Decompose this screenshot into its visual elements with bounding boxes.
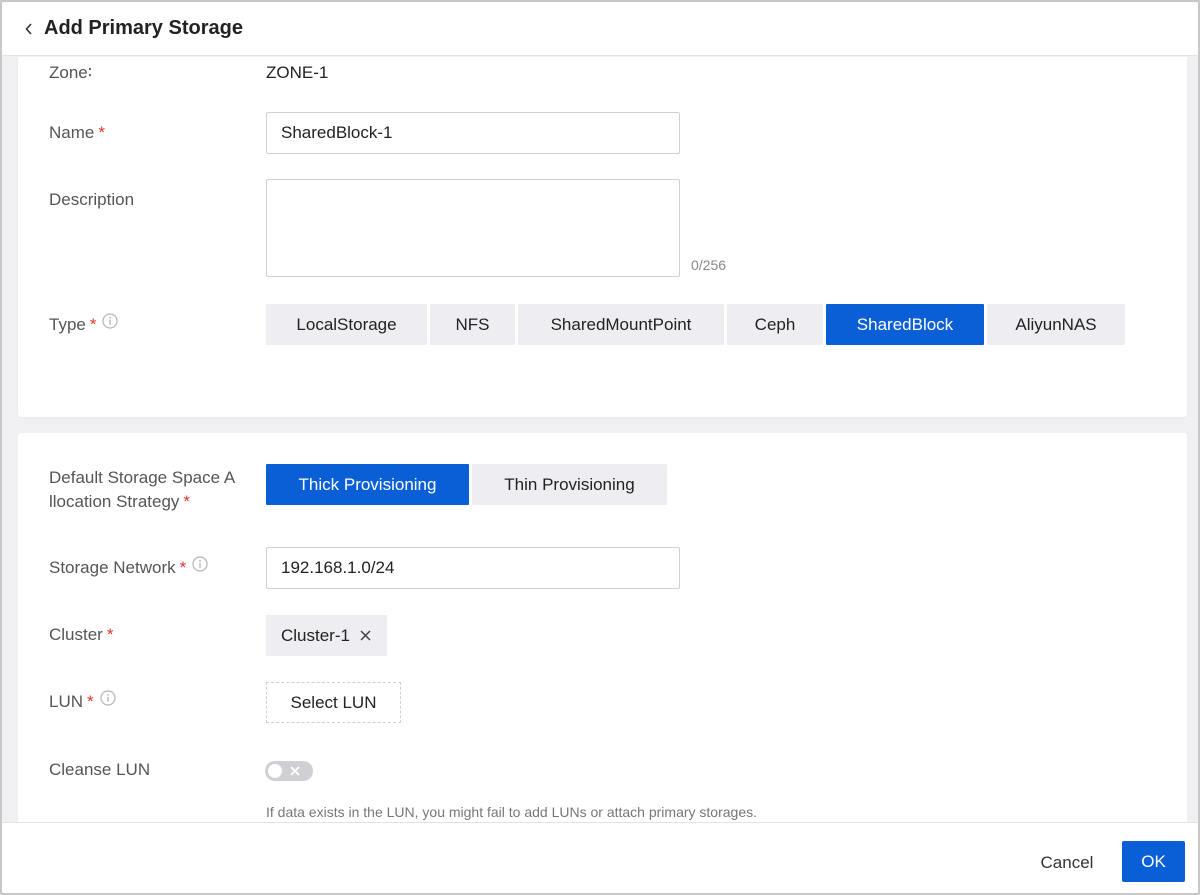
type-option-ceph[interactable]: Ceph [727,304,823,345]
cluster-tag: Cluster-1 [266,615,387,656]
type-option-aliyunnas[interactable]: AliyunNAS [987,304,1125,345]
zone-value: ZONE-1 [266,63,329,82]
ok-button[interactable]: OK [1122,841,1185,882]
required-mark: * [106,625,114,644]
description-label: Description [49,190,135,209]
type-option-sharedmountpoint[interactable]: SharedMountPoint [518,304,724,345]
basic-info-section: Zone∶ ZONE-1 Name* Description 0/256 Typ… [18,57,1187,417]
cleanse-lun-toggle[interactable] [265,761,313,781]
toggle-knob [268,764,282,778]
cancel-button[interactable]: Cancel [1022,843,1112,883]
thin-provisioning-option[interactable]: Thin Provisioning [472,464,667,505]
cluster-tag-label: Cluster-1 [281,625,350,645]
required-mark: * [89,315,97,334]
storage-network-label: Storage Network * [49,556,208,580]
cleanse-lun-label: Cleanse LUN [49,760,151,779]
allocation-strategy-label: Default Storage Space Allocation Strateg… [49,468,236,511]
dialog-footer: Cancel OK [2,822,1198,893]
thick-provisioning-option[interactable]: Thick Provisioning [266,464,469,505]
page-header: Add Primary Storage [2,2,1198,56]
type-option-localstorage[interactable]: LocalStorage [266,304,427,345]
info-icon[interactable] [192,555,208,579]
type-selector: LocalStorage NFS SharedMountPoint Ceph S… [266,304,1125,345]
sharedblock-settings-section: Default Storage Space Allocation Strateg… [18,433,1187,833]
close-icon[interactable] [360,630,371,641]
lun-label: LUN * [49,690,116,714]
description-counter: 0/256 [691,257,727,273]
zone-label: Zone∶ [49,63,93,82]
name-input[interactable] [266,112,680,154]
description-textarea[interactable] [266,179,680,277]
select-lun-button[interactable]: Select LUN [266,682,401,723]
type-option-sharedblock[interactable]: SharedBlock [826,304,984,345]
chevron-left-icon[interactable] [20,20,38,38]
type-option-nfs[interactable]: NFS [430,304,515,345]
required-mark: * [179,558,187,577]
close-icon [288,764,302,783]
required-mark: * [87,692,94,711]
info-icon[interactable] [100,689,116,713]
cluster-label: Cluster * [49,625,114,644]
allocation-strategy-selector: Thick Provisioning Thin Provisioning [266,464,667,505]
type-label: Type * [49,312,119,337]
name-label: Name * [49,123,105,142]
page-title: Add Primary Storage [44,17,243,39]
add-primary-storage-dialog: Add Primary Storage Zone∶ ZONE-1 Name* D… [0,0,1200,895]
required-mark: * [183,492,191,511]
required-mark: * [98,123,105,142]
cleanse-lun-hint: If data exists in the LUN, you might fai… [266,804,757,820]
info-icon[interactable] [102,312,119,336]
storage-network-input[interactable] [266,547,680,589]
